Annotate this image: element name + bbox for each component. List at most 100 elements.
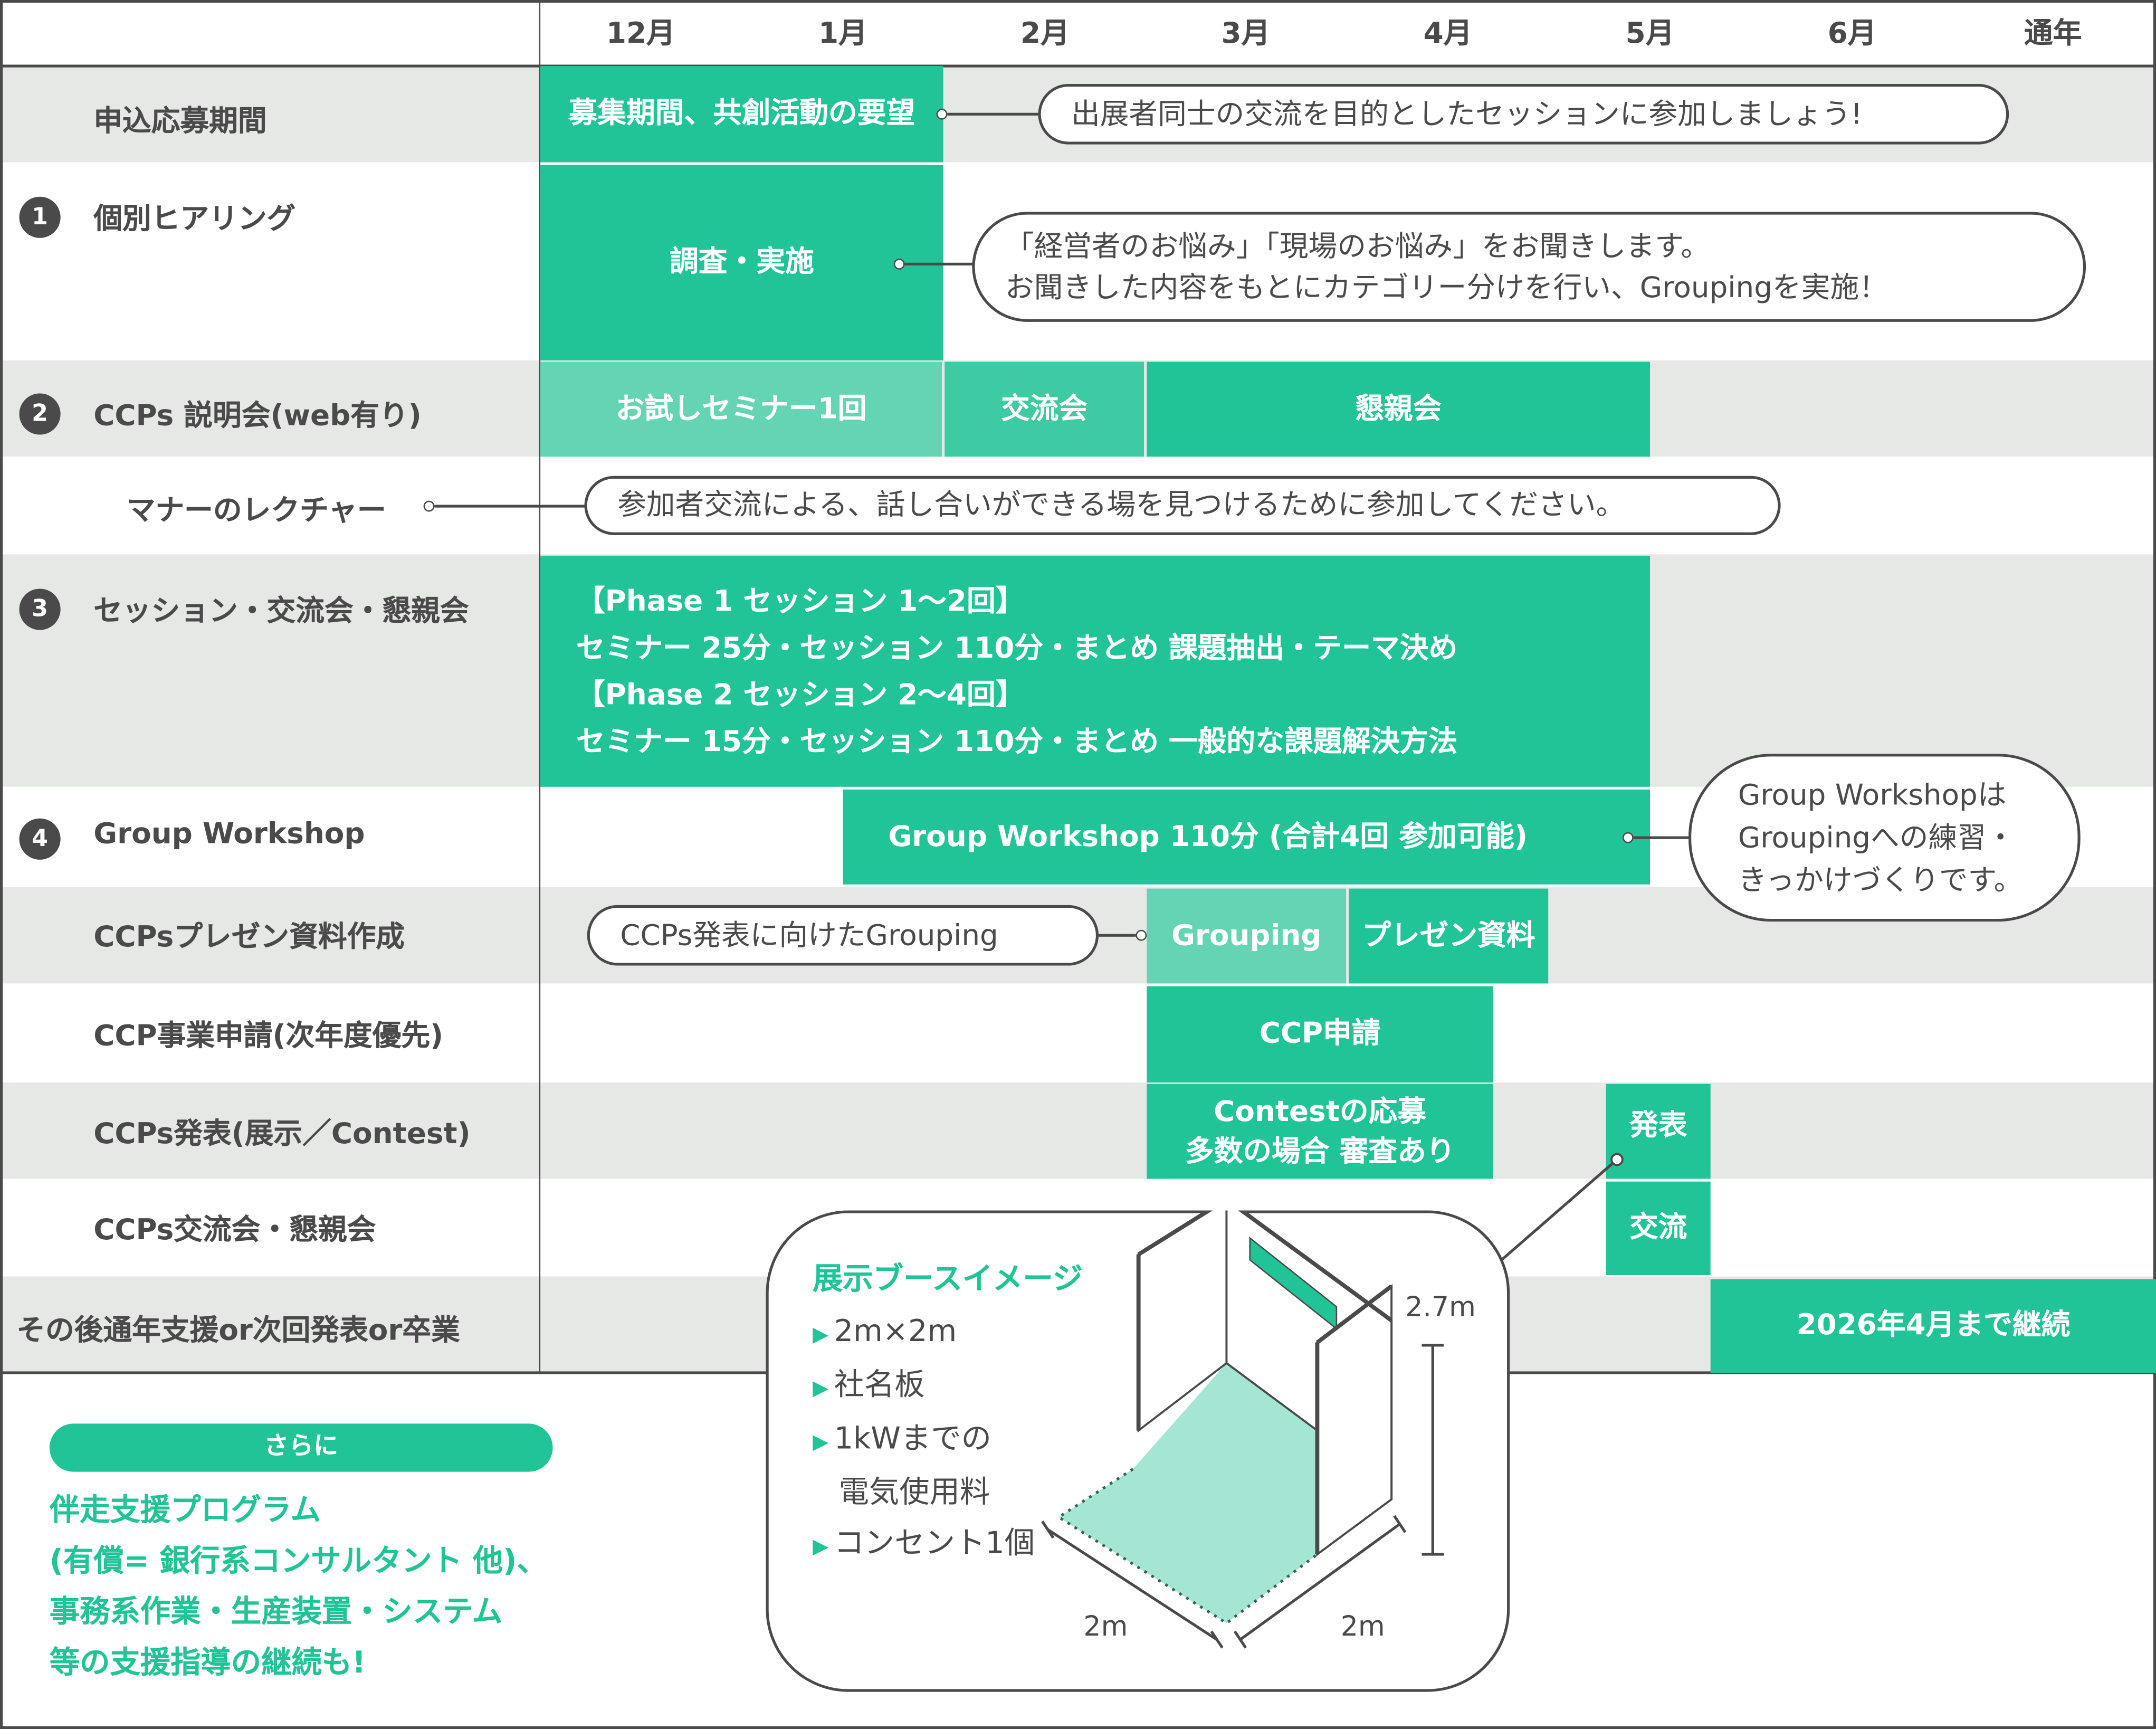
extra-badge: さらに xyxy=(49,1423,553,1472)
booth-spec-list: ▶ 2m×2m ▶ 社名板 ▶ 1kWまでの 電気使用料 ▶ コンセント1個 xyxy=(813,1307,1035,1572)
booth-depth-label: 2m xyxy=(1083,1609,1128,1642)
bar-continuation: 2026年4月まで継続 xyxy=(1710,1279,2156,1373)
callout-hearing: 「経営者のお悩み」「現場のお悩み」をお聞きします。 お聞きした内容をもとにカテゴ… xyxy=(972,212,2086,322)
session-phase-2-title: 【Phase 2 セッション 2〜4回】 xyxy=(576,678,1025,711)
row-label-ccps-networking: CCPs交流会・懇親会 xyxy=(93,1213,376,1247)
bar-ccp-application: CCP申請 xyxy=(1147,986,1493,1083)
extra-line-3: 事務系作業・生産装置・システム xyxy=(49,1595,503,1630)
step-number-2: 2 xyxy=(19,393,61,435)
booth-spec-item: ▶ 社名板 xyxy=(813,1361,1035,1414)
bar-exchange-meeting-text: 交流会 xyxy=(1001,392,1088,425)
booth-spec-item: ▶ 1kWまでの xyxy=(813,1414,1035,1468)
bar-presentation-material-text: プレゼン資料 xyxy=(1362,918,1535,952)
booth-spec-size: 2m×2m xyxy=(834,1315,957,1350)
program-schedule-diagram: 12月 1月 2月 3月 4月 5月 6月 通年 申込応募期間 1 個別ヒアリン… xyxy=(0,0,2156,1729)
callout-hearing-line-1: 「経営者のお悩み」「現場のお悩み」をお聞きします。 xyxy=(1005,229,1710,262)
row-label-ccp-application: CCP事業申請(次年度優先) xyxy=(93,1019,444,1052)
bar-survey-implementation: 調査・実施 xyxy=(540,165,943,360)
extra-line-1: 伴走支援プログラム xyxy=(49,1494,321,1528)
booth-width-label: 2m xyxy=(1340,1609,1385,1642)
bar-grouping-text: Grouping xyxy=(1171,918,1322,952)
row-label-ccps-presentation: CCPs発表(展示／Contest) xyxy=(93,1117,471,1150)
bar-networking: 交流 xyxy=(1606,1181,1711,1275)
booth-spec-item: 電気使用料 xyxy=(813,1468,1035,1518)
callout-workshop-line-1: Group Workshopは xyxy=(1738,777,2007,811)
extra-line-4: 等の支援指導の継続も! xyxy=(49,1646,366,1681)
booth-spec-item: ▶ 2m×2m xyxy=(813,1307,1035,1361)
booth-spec-power: 1kWまでの xyxy=(834,1422,991,1457)
bar-social-gathering-text: 懇親会 xyxy=(1355,392,1442,425)
bar-networking-text: 交流 xyxy=(1629,1211,1687,1244)
connector-line xyxy=(1633,836,1692,839)
connector-dot xyxy=(1622,832,1634,843)
booth-spec-item: ▶ コンセント1個 xyxy=(813,1518,1035,1572)
bar-recruitment-period-text: 募集期間、共創活動の要望 xyxy=(568,97,915,130)
month-feb: 2月 xyxy=(1020,16,1070,50)
callout-manners-text: 参加者交流による、話し合いができる場を見つけるために参加してください。 xyxy=(617,488,1625,522)
booth-spec-outlet: コンセント1個 xyxy=(834,1526,1035,1562)
connector-dot xyxy=(936,108,948,120)
bar-presentation: 発表 xyxy=(1606,1084,1711,1179)
connector-dot xyxy=(893,258,905,270)
connector-line xyxy=(434,505,586,508)
bullet-triangle-icon: ▶ xyxy=(813,1429,829,1454)
callout-workshop-line-3: きっかけづくりです。 xyxy=(1738,863,2023,896)
step-number-4: 4 xyxy=(19,818,61,860)
bar-ccp-application-text: CCP申請 xyxy=(1259,1016,1381,1050)
callout-workshop: Group Workshopは Groupingへの練習・ きっかけづくりです。 xyxy=(1688,754,2081,922)
bar-contest-application: Contestの応募 多数の場合 審査あり xyxy=(1147,1084,1493,1179)
booth-height-label: 2.7m xyxy=(1405,1290,1476,1324)
row-label-after-support: その後通年支援or次回発表or卒業 xyxy=(16,1313,460,1347)
month-mar: 3月 xyxy=(1221,16,1271,50)
connector-line xyxy=(904,262,977,265)
bar-continuation-text: 2026年4月まで継続 xyxy=(1796,1308,2071,1342)
bar-group-workshop: Group Workshop 110分 (合計4回 参加可能) xyxy=(843,789,1651,885)
bar-grouping: Grouping xyxy=(1147,888,1347,984)
connector-line xyxy=(947,112,1040,116)
row-label-group-workshop: Group Workshop xyxy=(93,817,365,850)
month-apr: 4月 xyxy=(1423,16,1473,50)
callout-grouping: CCPs発表に向けたGrouping xyxy=(587,905,1099,966)
connector-dot xyxy=(423,500,435,512)
bullet-triangle-icon: ▶ xyxy=(813,1375,829,1401)
bar-presentation-text: 発表 xyxy=(1629,1108,1687,1142)
connector-line xyxy=(1099,934,1136,937)
step-number-3: 3 xyxy=(19,588,61,630)
bullet-triangle-icon: ▶ xyxy=(813,1322,829,1347)
bar-social-gathering: 懇親会 xyxy=(1147,362,1651,457)
connector-dot xyxy=(1136,929,1147,941)
session-phase-2-detail: セミナー 15分・セッション 110分・まとめ 一般的な課題解決方法 xyxy=(576,725,1458,758)
callout-recruitment: 出展者同士の交流を目的としたセッションに参加しましょう! xyxy=(1038,83,2009,145)
month-jan: 1月 xyxy=(818,16,867,50)
callout-hearing-line-2: お聞きした内容をもとにカテゴリー分けを行い、Groupingを実施！ xyxy=(1005,271,1888,304)
callout-grouping-text: CCPs発表に向けたGrouping xyxy=(620,918,998,952)
callout-workshop-line-2: Groupingへの練習・ xyxy=(1738,820,2015,854)
bar-survey-text: 調査・実施 xyxy=(670,245,814,279)
callout-manners: 参加者交流による、話し合いができる場を見つけるために参加してください。 xyxy=(584,476,1781,535)
bar-exchange-meeting: 交流会 xyxy=(945,362,1144,457)
bullet-triangle-icon: ▶ xyxy=(813,1533,829,1559)
row-label-session: セッション・交流会・懇親会 xyxy=(93,594,469,628)
row-label-individual-hearing: 個別ヒアリング xyxy=(93,202,296,235)
booth-spec-nameplate: 社名板 xyxy=(834,1369,925,1403)
booth-spec-power-fee: 電気使用料 xyxy=(838,1476,990,1510)
bar-contest-line-1: Contestの応募 xyxy=(1214,1094,1427,1127)
extra-line-2: (有償= 銀行系コンサルタント 他)、 xyxy=(49,1544,547,1579)
bar-group-workshop-text: Group Workshop 110分 (合計4回 参加可能) xyxy=(888,819,1528,853)
bar-recruitment-period: 募集期間、共創活動の要望 xyxy=(540,66,943,163)
callout-recruitment-text: 出展者同士の交流を目的としたセッションに参加しましょう! xyxy=(1071,97,1863,131)
bar-trial-seminar-text: お試しセミナー1回 xyxy=(615,392,867,425)
month-all-year: 通年 xyxy=(2024,16,2082,50)
row-label-briefing: CCPs 説明会(web有り) xyxy=(93,398,422,432)
session-phase-1-title: 【Phase 1 セッション 1〜2回】 xyxy=(576,584,1025,618)
bar-trial-seminar: お試しセミナー1回 xyxy=(540,362,942,457)
month-dec: 12月 xyxy=(606,16,675,50)
row-label-presentation-material: CCPsプレゼン資料作成 xyxy=(93,920,405,954)
month-may: 5月 xyxy=(1625,16,1675,50)
bar-session-phases: 【Phase 1 セッション 1〜2回】 セミナー 25分・セッション 110分… xyxy=(540,555,1651,787)
session-phase-1-detail: セミナー 25分・セッション 110分・まとめ 課題抽出・テーマ決め xyxy=(576,631,1458,664)
bar-contest-line-2: 多数の場合 審査あり xyxy=(1185,1134,1455,1167)
row-label-manners-lecture: マナーのレクチャー xyxy=(126,493,386,527)
extra-support-text: 伴走支援プログラム (有償= 銀行系コンサルタント 他)、 事務系作業・生産装置… xyxy=(50,1486,547,1689)
month-jun: 6月 xyxy=(1827,16,1877,50)
